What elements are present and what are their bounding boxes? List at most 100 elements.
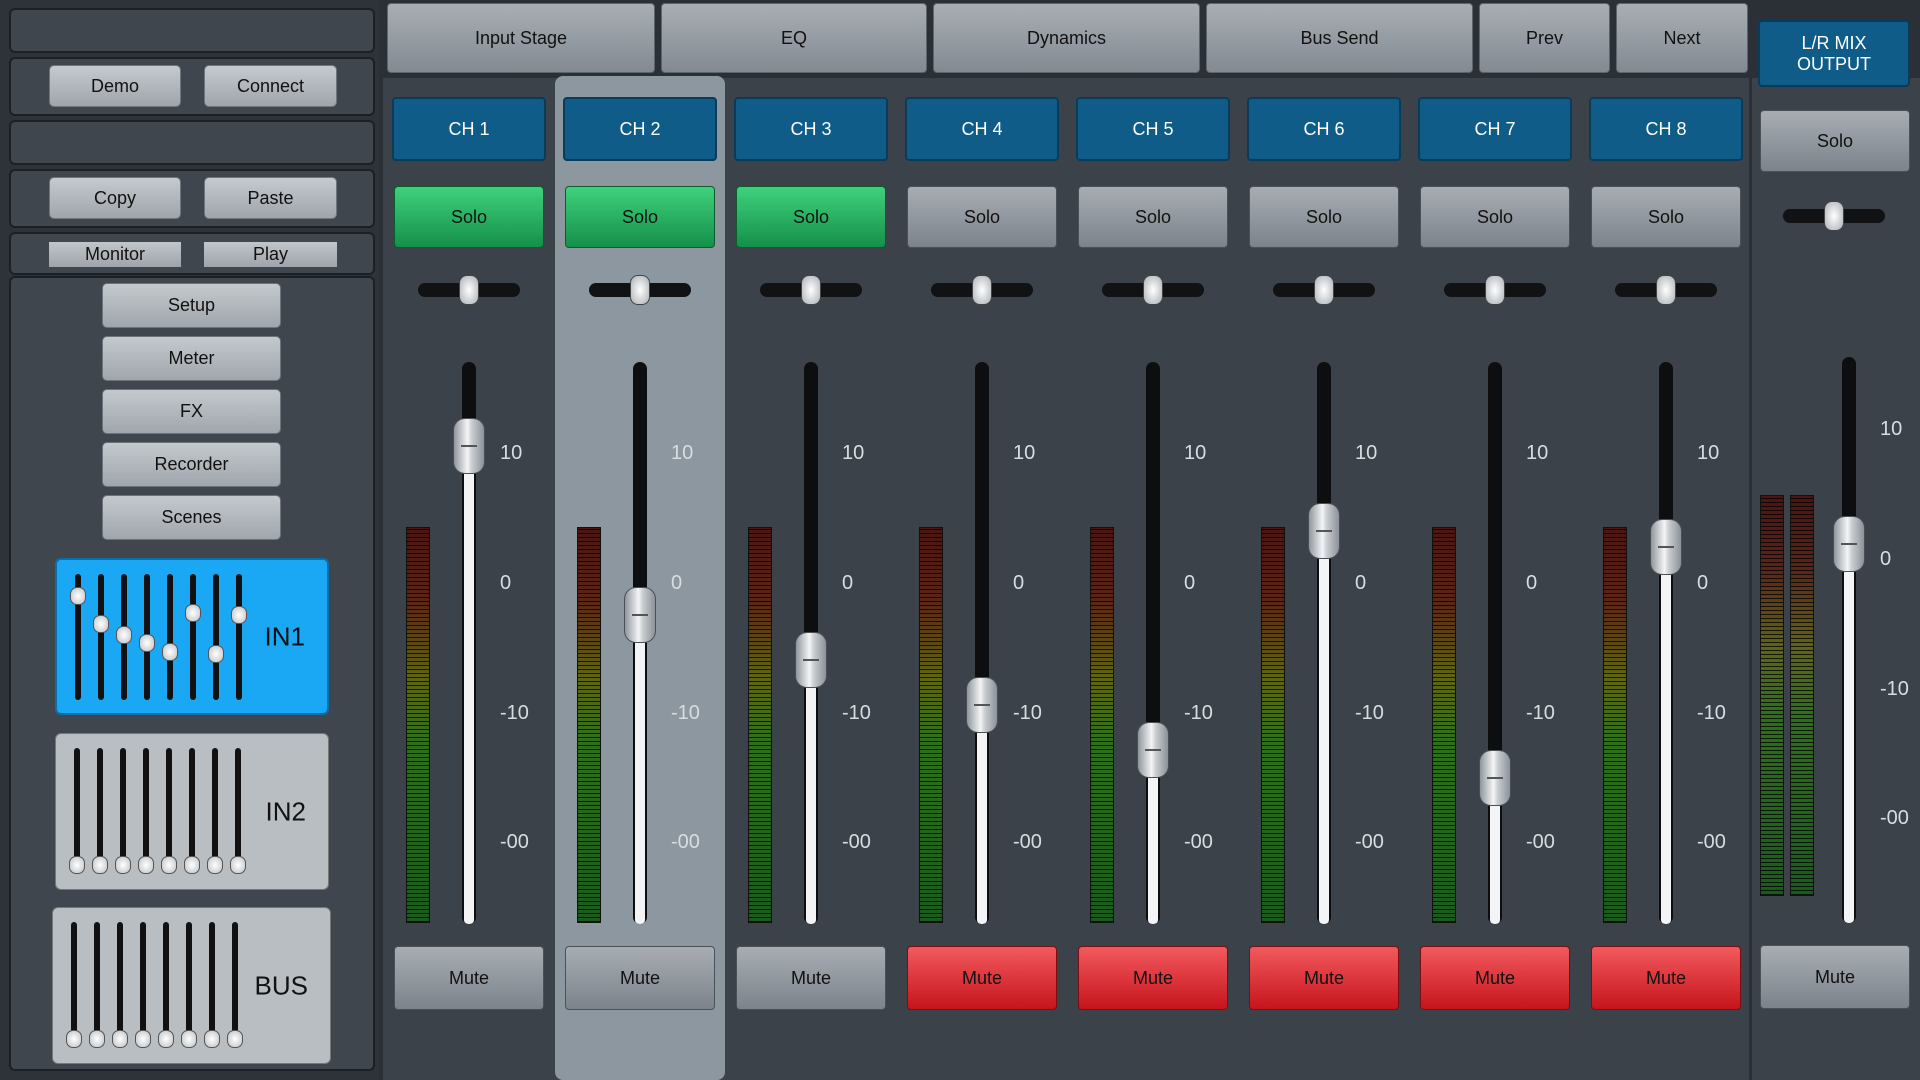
prev-button[interactable]: Prev bbox=[1479, 3, 1610, 73]
channel-8-pan-slider[interactable] bbox=[1615, 275, 1717, 305]
channel-2-fader-track[interactable] bbox=[633, 362, 647, 924]
channel-6-name[interactable]: CH 6 bbox=[1247, 97, 1401, 161]
channel-6-pan-slider[interactable] bbox=[1273, 275, 1375, 305]
channel-4-mute-button[interactable]: Mute bbox=[907, 946, 1057, 1010]
monitor-button[interactable]: Monitor bbox=[49, 242, 181, 267]
next-button[interactable]: Next bbox=[1616, 3, 1748, 73]
channel-7-fader-track[interactable] bbox=[1488, 362, 1502, 924]
master-name[interactable]: L/R MIX OUTPUT bbox=[1758, 20, 1910, 87]
channel-3-pan-knob[interactable] bbox=[801, 275, 821, 305]
channel-3-mute-button[interactable]: Mute bbox=[736, 946, 886, 1010]
channel-4-fader-track[interactable] bbox=[975, 362, 989, 924]
channel-5-fader-track[interactable] bbox=[1146, 362, 1160, 924]
scenes-button[interactable]: Scenes bbox=[102, 495, 281, 540]
channel-7-fader-handle[interactable] bbox=[1479, 750, 1511, 806]
channel-2-name[interactable]: CH 2 bbox=[563, 97, 717, 161]
channel-5-name[interactable]: CH 5 bbox=[1076, 97, 1230, 161]
channel-3-pan-slider[interactable] bbox=[760, 275, 862, 305]
in2-mini-fader-4 bbox=[138, 748, 154, 874]
channel-4-pan-slider[interactable] bbox=[931, 275, 1033, 305]
setup-button[interactable]: Setup bbox=[102, 283, 281, 328]
copy-button[interactable]: Copy bbox=[49, 177, 181, 219]
bus-mini-knob-3 bbox=[112, 1030, 128, 1048]
channel-6-fader-track[interactable] bbox=[1317, 362, 1331, 924]
channel-8-mute-button[interactable]: Mute bbox=[1591, 946, 1741, 1010]
channel-3-solo-button[interactable]: Solo bbox=[736, 186, 886, 248]
master-pan-knob[interactable] bbox=[1824, 201, 1844, 231]
in1-mini-knob-6 bbox=[185, 604, 201, 622]
channel-8-pan-knob[interactable] bbox=[1656, 275, 1676, 305]
channel-5-pan-slider[interactable] bbox=[1102, 275, 1204, 305]
channel-5-mute-button[interactable]: Mute bbox=[1078, 946, 1228, 1010]
master-solo-button[interactable]: Solo bbox=[1760, 110, 1910, 172]
channel-6-solo-button[interactable]: Solo bbox=[1249, 186, 1399, 248]
master-mute-button[interactable]: Mute bbox=[1760, 945, 1910, 1009]
play-button[interactable]: Play bbox=[204, 242, 337, 267]
channel-1-fader-fill bbox=[464, 446, 474, 924]
channel-4-solo-button[interactable]: Solo bbox=[907, 186, 1057, 248]
channel-4-fader-handle[interactable] bbox=[966, 677, 998, 733]
meter-button[interactable]: Meter bbox=[102, 336, 281, 381]
channel-6-scale-10: 10 bbox=[1355, 442, 1378, 464]
channel-4-name[interactable]: CH 4 bbox=[905, 97, 1059, 161]
channel-6-meter bbox=[1261, 527, 1285, 923]
channel-3-name[interactable]: CH 3 bbox=[734, 97, 888, 161]
channel-6-pan-knob[interactable] bbox=[1314, 275, 1334, 305]
channel-8-fader-track[interactable] bbox=[1659, 362, 1673, 924]
channel-7-scale-0: 0 bbox=[1526, 572, 1538, 594]
channel-1-solo-button[interactable]: Solo bbox=[394, 186, 544, 248]
channel-5-fader-handle[interactable] bbox=[1137, 722, 1169, 778]
channel-5-scale-inf: -00 bbox=[1184, 831, 1213, 853]
channel-1-meter bbox=[406, 527, 430, 923]
channel-2-meter bbox=[577, 527, 601, 923]
channel-2-mute-button[interactable]: Mute bbox=[565, 946, 715, 1010]
channel-7-pan-slider[interactable] bbox=[1444, 275, 1546, 305]
channel-3-fader-fill bbox=[806, 660, 816, 924]
demo-button[interactable]: Demo bbox=[49, 65, 181, 107]
channel-7-scale-10: 10 bbox=[1526, 442, 1549, 464]
fx-button[interactable]: FX bbox=[102, 389, 281, 434]
in1-mini-fader-7 bbox=[208, 574, 224, 700]
tab-eq[interactable]: EQ bbox=[661, 3, 927, 73]
layer-in1-button[interactable]: IN1 bbox=[55, 558, 329, 715]
channel-7-pan-knob[interactable] bbox=[1485, 275, 1505, 305]
channel-4-fader-fill bbox=[977, 705, 987, 924]
bus-mini-fader-8 bbox=[227, 922, 243, 1048]
channel-2-fader-handle[interactable] bbox=[624, 587, 656, 643]
channel-3-fader-handle[interactable] bbox=[795, 632, 827, 688]
tab-bus-send[interactable]: Bus Send bbox=[1206, 3, 1473, 73]
in2-mini-fader-5 bbox=[161, 748, 177, 874]
master-fader-track[interactable] bbox=[1842, 357, 1856, 923]
connect-button[interactable]: Connect bbox=[204, 65, 337, 107]
channel-2-pan-slider[interactable] bbox=[589, 275, 691, 305]
channel-4-pan-knob[interactable] bbox=[972, 275, 992, 305]
channel-6-mute-button[interactable]: Mute bbox=[1249, 946, 1399, 1010]
master-pan-slider[interactable] bbox=[1783, 201, 1885, 231]
channel-8-fader-handle[interactable] bbox=[1650, 519, 1682, 575]
channel-2-solo-button[interactable]: Solo bbox=[565, 186, 715, 248]
channel-7-mute-button[interactable]: Mute bbox=[1420, 946, 1570, 1010]
paste-button[interactable]: Paste bbox=[204, 177, 337, 219]
layer-in2-button[interactable]: IN2 bbox=[55, 733, 329, 890]
channel-1-pan-knob[interactable] bbox=[459, 275, 479, 305]
channel-2-pan-knob[interactable] bbox=[630, 275, 650, 305]
channel-8-name[interactable]: CH 8 bbox=[1589, 97, 1743, 161]
channel-7-solo-button[interactable]: Solo bbox=[1420, 186, 1570, 248]
recorder-button[interactable]: Recorder bbox=[102, 442, 281, 487]
channel-1-pan-slider[interactable] bbox=[418, 275, 520, 305]
channel-5-pan-knob[interactable] bbox=[1143, 275, 1163, 305]
channel-8-meter bbox=[1603, 527, 1627, 923]
channel-7-name[interactable]: CH 7 bbox=[1418, 97, 1572, 161]
channel-5-solo-button[interactable]: Solo bbox=[1078, 186, 1228, 248]
tab-dynamics[interactable]: Dynamics bbox=[933, 3, 1200, 73]
master-fader-handle[interactable] bbox=[1833, 516, 1865, 572]
channel-6-fader-handle[interactable] bbox=[1308, 503, 1340, 559]
channel-6-scale-minus10: -10 bbox=[1355, 702, 1384, 724]
channel-1-mute-button[interactable]: Mute bbox=[394, 946, 544, 1010]
tab-input-stage[interactable]: Input Stage bbox=[387, 3, 655, 73]
monitor-play-box: Monitor Play bbox=[9, 232, 375, 275]
channel-1-name[interactable]: CH 1 bbox=[392, 97, 546, 161]
channel-1-fader-handle[interactable] bbox=[453, 418, 485, 474]
layer-bus-button[interactable]: BUS bbox=[52, 907, 331, 1064]
channel-8-solo-button[interactable]: Solo bbox=[1591, 186, 1741, 248]
